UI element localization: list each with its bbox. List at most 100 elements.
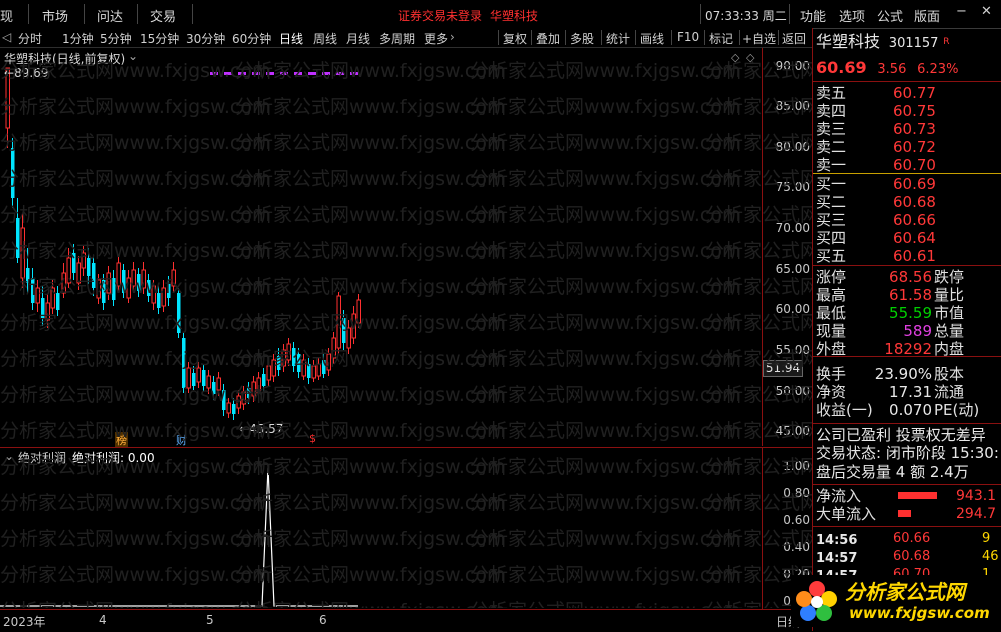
menu-item-function[interactable]: 功能: [800, 6, 826, 25]
candle-body: [342, 318, 346, 343]
menu-item-0[interactable]: 现: [0, 6, 13, 25]
tool-f10[interactable]: F10: [677, 30, 699, 44]
tick-row: 14:57 60.68 46: [816, 548, 999, 566]
candle-body: [177, 293, 181, 333]
tool-add-watchlist[interactable]: +自选: [742, 30, 776, 47]
tab-period-daily[interactable]: 日线: [279, 30, 303, 47]
candle-body: [256, 377, 261, 394]
indicator-value: 绝对利润: 0.00: [72, 451, 155, 465]
chart-title-dropdown-icon[interactable]: ⌄: [128, 49, 138, 63]
candle-body: [96, 279, 101, 299]
stat-label-2: 跌停: [934, 268, 965, 286]
menu-item-trade[interactable]: 交易: [150, 6, 176, 25]
candle-body: [131, 269, 136, 287]
indicator-name[interactable]: 绝对利润: [18, 449, 66, 466]
candle-body: [212, 382, 216, 394]
menu-item-wenda[interactable]: 问达: [97, 6, 123, 25]
stat-label-2: 总量: [934, 322, 965, 340]
low-price-label: 45.57: [249, 422, 284, 436]
kline-chart[interactable]: 华塑科技(日线,前复权) ⌄ ◇ ◇ ←89.69 ←45.57 榜 财 $: [0, 48, 762, 448]
divider: [813, 423, 1001, 424]
chart-close-icon[interactable]: ◇: [746, 51, 754, 64]
candle-body: [87, 258, 91, 276]
tab-period-fenshi[interactable]: 分时: [18, 30, 42, 47]
candle-body: [247, 388, 251, 398]
tab-period-5min[interactable]: 5分钟: [100, 30, 132, 47]
bid-row: 买二 60.68: [816, 193, 936, 211]
bid-price: 60.61: [893, 247, 936, 265]
tick-time: 14:57: [816, 551, 858, 566]
tool-fuquan[interactable]: 复权: [503, 30, 527, 47]
candle-body: [331, 337, 336, 359]
stat-label: 换手: [816, 365, 847, 383]
indicator-dropdown-icon[interactable]: ⌄: [4, 449, 14, 463]
toolbar-separator: [739, 30, 740, 45]
stat-label-2: 股本: [934, 365, 965, 383]
candle-body: [292, 348, 296, 366]
tab-period-more[interactable]: 更多: [424, 30, 448, 47]
ask-row: 卖三 60.73: [816, 120, 936, 138]
tick-volume: 46: [982, 549, 999, 564]
tool-back[interactable]: 返回: [782, 30, 806, 47]
stat-row: 收益(一) 0.070 PE(动): [816, 401, 979, 419]
stat-row: 现量 589 总量: [816, 322, 964, 340]
candle-body: [151, 285, 156, 304]
candle-body: [112, 278, 116, 300]
indicator-chart[interactable]: ⌄ 绝对利润 绝对利润: 0.00: [0, 447, 762, 610]
candle-body: [251, 381, 256, 397]
stat-label-2: 市值: [934, 304, 965, 322]
tab-period-weekly[interactable]: 周线: [313, 30, 337, 47]
y-tick: 65.00: [775, 262, 810, 276]
menu-item-layout[interactable]: 版面: [914, 6, 940, 25]
after-hours-volume: 盘后交易量 4 额 2.4万: [816, 463, 969, 481]
tab-period-1min[interactable]: 1分钟: [62, 30, 94, 47]
stat-label: 现量: [816, 322, 847, 340]
menu-item-formula[interactable]: 公式: [877, 6, 903, 25]
tool-mark[interactable]: 标记: [709, 30, 733, 47]
tab-period-multi[interactable]: 多周期: [379, 30, 415, 47]
divider: [813, 81, 1001, 82]
stat-label: 涨停: [816, 268, 847, 286]
more-chevron-icon[interactable]: ›: [450, 30, 455, 44]
badge-dollar[interactable]: $: [309, 432, 316, 445]
divider: [813, 356, 1001, 357]
badge-cai[interactable]: 财: [176, 432, 187, 448]
price-axis: 90.00 85.00 80.00 75.00 70.00 65.00 60.0…: [762, 48, 813, 446]
x-tick: 5: [206, 613, 214, 627]
candle-body: [202, 370, 206, 386]
candle-body: [241, 391, 246, 405]
flow-value: 943.1: [956, 488, 997, 504]
flow-value: 294.7: [956, 506, 997, 522]
low-price-marker: ←45.57: [239, 422, 284, 436]
tab-period-30min[interactable]: 30分钟: [186, 30, 225, 47]
tool-statistics[interactable]: 统计: [606, 30, 630, 47]
ask-label: 卖三: [816, 120, 847, 138]
chart-diamond-icon[interactable]: ◇: [731, 51, 739, 64]
menu-item-options[interactable]: 选项: [839, 6, 865, 25]
tool-draw-line[interactable]: 画线: [640, 30, 664, 47]
tab-period-15min[interactable]: 15分钟: [140, 30, 179, 47]
quote-stock-name: 华塑科技: [816, 32, 881, 51]
bid-row: 买四 60.64: [816, 229, 936, 247]
close-icon[interactable]: ✕: [981, 4, 992, 19]
divider: [813, 265, 1001, 266]
tab-period-60min[interactable]: 60分钟: [232, 30, 271, 47]
stat-label-2: 流通: [934, 383, 965, 401]
tool-overlay[interactable]: 叠加: [536, 30, 560, 47]
y-tick: 1.00: [783, 459, 810, 473]
candle-body: [346, 327, 351, 349]
quote-header: 华塑科技 301157 R: [816, 32, 949, 52]
tool-multi-stock[interactable]: 多股: [570, 30, 594, 47]
login-notice[interactable]: 证券交易未登录: [398, 7, 482, 24]
minimize-icon[interactable]: −: [956, 4, 967, 19]
tab-period-monthly[interactable]: 月线: [346, 30, 370, 47]
bid-row: 买一 60.69: [816, 175, 936, 193]
badge-bang[interactable]: 榜: [115, 432, 128, 448]
signal-dots: [210, 64, 364, 78]
candle-body: [307, 364, 311, 378]
menu-item-market[interactable]: 市场: [42, 6, 68, 25]
toolbar-left-arrow-icon[interactable]: ◁: [2, 30, 11, 44]
toolbar-separator: [704, 30, 705, 45]
candle-body: [66, 257, 71, 284]
menu-separator: [700, 4, 701, 24]
